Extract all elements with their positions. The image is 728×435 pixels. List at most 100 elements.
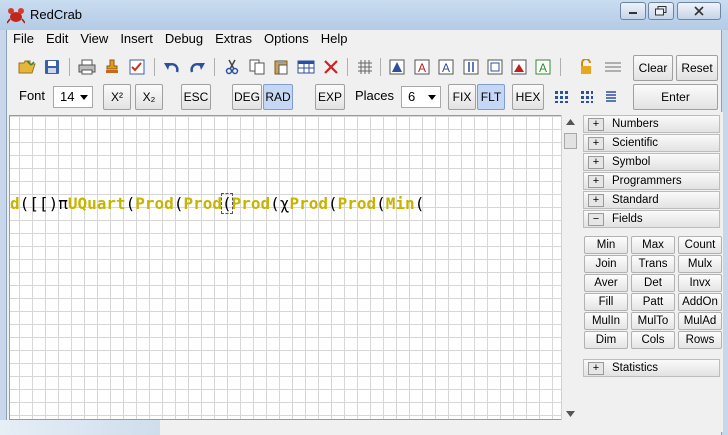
insert-image-button[interactable] (507, 55, 530, 78)
lock-button[interactable] (574, 55, 597, 78)
field-button-dim[interactable]: Dim (584, 331, 628, 349)
formula-symbol-token[interactable]: ( (174, 194, 184, 213)
category-numbers[interactable]: + Numbers (583, 115, 720, 133)
field-button-invx[interactable]: Invx (678, 274, 722, 292)
category-symbol[interactable]: + Symbol (583, 153, 720, 171)
formula-function-token[interactable]: UQuart (68, 194, 126, 213)
insert-text-button[interactable]: A (410, 55, 433, 78)
field-button-mulx[interactable]: Mulx (678, 255, 722, 273)
grid-layout-button[interactable] (575, 85, 598, 108)
field-button-multo[interactable]: MulTo (631, 312, 675, 330)
flt-button[interactable]: FLT (477, 84, 505, 110)
insert-text-style-button[interactable]: A (434, 55, 457, 78)
minimize-button[interactable] (620, 2, 646, 20)
scrollbar-thumb[interactable] (564, 133, 577, 149)
field-button-cols[interactable]: Cols (631, 331, 675, 349)
delete-button[interactable] (319, 55, 342, 78)
field-button-det[interactable]: Det (631, 274, 675, 292)
open-file-button[interactable] (15, 55, 38, 78)
field-button-aver[interactable]: Aver (584, 274, 628, 292)
places-select[interactable]: 6 (401, 86, 441, 108)
insert-page-button[interactable] (483, 55, 506, 78)
formula-symbol-token[interactable]: [ (29, 194, 39, 213)
field-button-max[interactable]: Max (631, 236, 675, 254)
menu-debug[interactable]: Debug (159, 30, 209, 49)
formula-function-token[interactable]: d (10, 194, 20, 213)
category-programmers[interactable]: + Programmers (583, 172, 720, 190)
enter-button[interactable]: Enter (633, 84, 718, 110)
insert-label-button[interactable]: A (531, 55, 554, 78)
category-statistics[interactable]: + Statistics (583, 359, 720, 377)
exp-button[interactable]: EXP (315, 84, 345, 110)
table-button[interactable] (294, 55, 317, 78)
checklist-button[interactable] (125, 55, 148, 78)
print-button[interactable] (75, 55, 98, 78)
formula-symbol-token[interactable]: ( (270, 194, 280, 213)
field-button-mulad[interactable]: MulAd (678, 312, 722, 330)
formula-workspace[interactable]: d([[)πUQuart(Prod(Prod(Prod(χProd(Prod(M… (9, 115, 565, 420)
grid-toggle-button[interactable] (353, 55, 376, 78)
formula-symbol-token[interactable]: [ (39, 194, 49, 213)
rad-button[interactable]: RAD (263, 84, 293, 110)
menu-edit[interactable]: Edit (40, 30, 74, 49)
insert-columns-button[interactable] (459, 55, 482, 78)
formula-expression[interactable]: d([[)πUQuart(Prod(Prod(Prod(χProd(Prod(M… (10, 193, 425, 214)
save-button[interactable] (40, 55, 63, 78)
category-scientific[interactable]: + Scientific (583, 134, 720, 152)
formula-function-token[interactable]: Prod (338, 194, 377, 213)
formula-cursor-token[interactable]: ( (221, 193, 233, 214)
formula-function-token[interactable]: Prod (183, 194, 222, 213)
lines-button[interactable] (601, 55, 624, 78)
field-button-trans[interactable]: Trans (631, 255, 675, 273)
workspace-scrollbar[interactable] (561, 115, 578, 420)
close-button[interactable] (677, 2, 721, 20)
field-button-addon[interactable]: AddOn (678, 293, 722, 311)
formula-function-token[interactable]: Prod (232, 194, 271, 213)
formula-symbol-token[interactable]: π (58, 194, 68, 213)
cut-button[interactable] (220, 55, 243, 78)
field-button-min[interactable]: Min (584, 236, 628, 254)
list-layout-button[interactable] (599, 85, 622, 108)
clear-button[interactable]: Clear (633, 55, 673, 81)
subscript-button[interactable]: X₂ (135, 84, 163, 110)
formula-symbol-token[interactable]: ( (415, 194, 425, 213)
field-button-fill[interactable]: Fill (584, 293, 628, 311)
formula-function-token[interactable]: Prod (289, 194, 328, 213)
formula-function-token[interactable]: Min (386, 194, 415, 213)
formula-symbol-token[interactable]: ) (49, 194, 59, 213)
scroll-up-icon[interactable] (566, 119, 575, 125)
field-button-patt[interactable]: Patt (631, 293, 675, 311)
insert-chart-button[interactable] (385, 55, 408, 78)
menu-help[interactable]: Help (315, 30, 354, 49)
menu-extras[interactable]: Extras (209, 30, 258, 49)
menu-view[interactable]: View (74, 30, 114, 49)
hex-button[interactable]: HEX (512, 84, 544, 110)
deg-button[interactable]: DEG (232, 84, 262, 110)
formula-symbol-token[interactable]: χ (280, 194, 290, 213)
esc-button[interactable]: ESC (181, 84, 211, 110)
superscript-button[interactable]: X² (103, 84, 131, 110)
formula-symbol-token[interactable]: ( (328, 194, 338, 213)
maximize-button[interactable] (648, 2, 674, 20)
formula-symbol-token[interactable]: ( (20, 194, 30, 213)
fix-button[interactable]: FIX (448, 84, 476, 110)
field-button-mulin[interactable]: MulIn (584, 312, 628, 330)
menu-file[interactable]: File (7, 30, 40, 49)
field-button-join[interactable]: Join (584, 255, 628, 273)
category-standard[interactable]: + Standard (583, 191, 720, 209)
reset-button[interactable]: Reset (676, 55, 718, 81)
scroll-down-icon[interactable] (566, 411, 575, 417)
stamp-button[interactable] (100, 55, 123, 78)
copy-button[interactable] (245, 55, 268, 78)
formula-symbol-token[interactable]: ( (376, 194, 386, 213)
field-button-count[interactable]: Count (678, 236, 722, 254)
formula-function-token[interactable]: Prod (135, 194, 174, 213)
font-size-select[interactable]: 14 (53, 86, 93, 108)
undo-button[interactable] (160, 55, 183, 78)
field-button-rows[interactable]: Rows (678, 331, 722, 349)
dense-grid-button[interactable] (550, 85, 573, 108)
formula-symbol-token[interactable]: ( (126, 194, 136, 213)
redo-button[interactable] (185, 55, 208, 78)
paste-button[interactable] (269, 55, 292, 78)
menu-options[interactable]: Options (258, 30, 315, 49)
